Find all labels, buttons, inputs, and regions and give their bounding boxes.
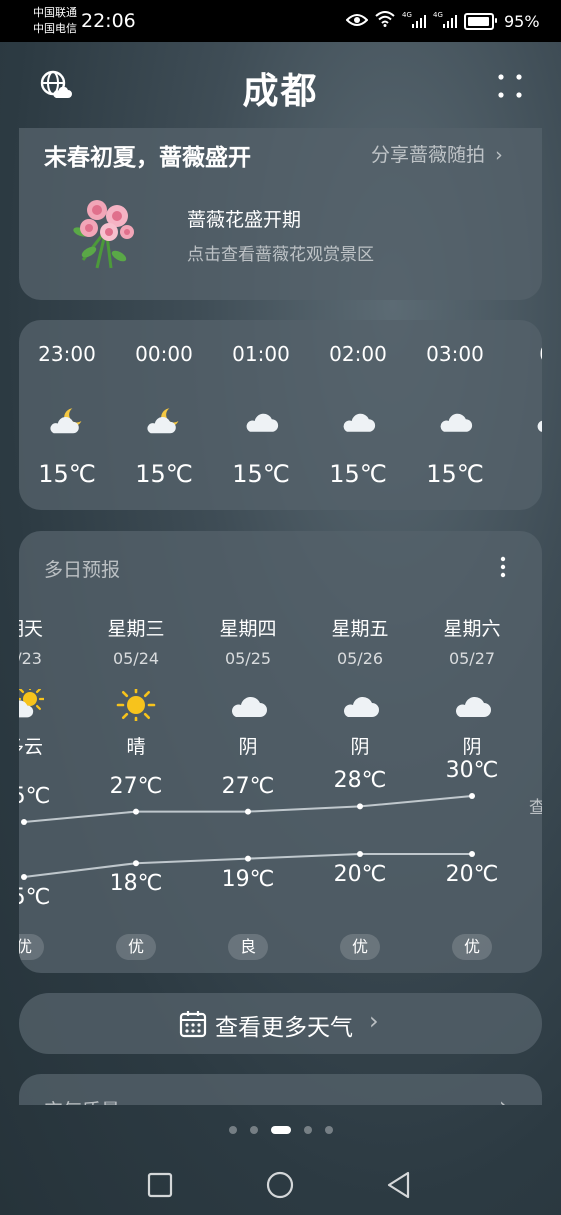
page-indicator[interactable] [0, 1125, 561, 1135]
promo-card[interactable]: 末春初夏，蔷薇盛开 分享蔷薇随拍 › 蔷薇花盛开期 点击查看蔷薇花观赏景区 [19, 128, 542, 300]
high-temp-label: 27℃ [109, 773, 163, 799]
high-temp-label: 27℃ [221, 773, 275, 799]
chevron-right-icon: › [499, 1094, 508, 1105]
home-button[interactable] [266, 1171, 294, 1199]
low-temp-label: 18℃ [109, 871, 163, 897]
signal-1-icon: 4G [402, 11, 426, 28]
promo-title: 末春初夏，蔷薇盛开 [44, 145, 251, 171]
calendar-icon [179, 1010, 207, 1038]
low-temp-label: 20℃ [445, 862, 499, 887]
hourly-card[interactable]: 23:00 15℃ 00:00 15℃ 01:00 15℃ 02:00 15℃ 03:00 15℃… [19, 320, 542, 510]
air-quality-clip: 空气质量 › [0, 1074, 561, 1105]
low-temp-point [469, 851, 475, 857]
moon-cloud-icon [49, 406, 85, 440]
more-icon[interactable] [497, 73, 525, 101]
page-dot[interactable] [228, 1126, 237, 1134]
hour-temp: 15℃ [38, 460, 96, 488]
signal-2-icon: 4G [433, 11, 457, 28]
share-link-label: 分享蔷薇随拍 [371, 144, 486, 166]
battery-icon [464, 12, 497, 30]
carrier-1: 中国联通 [33, 6, 77, 19]
more-weather-button[interactable]: 查看更多天气 › [19, 993, 542, 1054]
low-temp-label: 15℃ [19, 885, 51, 910]
hour-time: 00:00 [135, 342, 193, 366]
battery-fill [468, 16, 489, 26]
page-dot[interactable] [249, 1126, 258, 1134]
more-weather-label: 查看更多天气 [215, 1015, 353, 1041]
low-temp-point [245, 855, 251, 862]
chevron-right-icon: › [369, 1007, 379, 1035]
high-temp-point [133, 808, 139, 815]
hour-temp: 15℃ [135, 460, 193, 488]
high-temp-label: 28℃ [333, 768, 387, 794]
page-dot[interactable] [324, 1126, 333, 1134]
promo-item-subtitle: 点击查看蔷薇花观赏景区 [187, 245, 374, 265]
recent-apps-button[interactable] [147, 1172, 173, 1198]
high-temp-point [357, 803, 363, 810]
hour-temp: 15℃ [426, 460, 484, 488]
wifi-icon [375, 11, 395, 31]
status-bar: 中国联通 中国电信 22:06 4G 4G 95% [0, 0, 561, 42]
low-temp-point [21, 874, 27, 880]
high-temp-point [469, 793, 475, 799]
cloud-icon [243, 406, 279, 440]
high-temp-point [245, 808, 251, 815]
status-icons: 4G 4G 95% [345, 11, 540, 31]
carrier-2: 中国电信 [33, 22, 77, 35]
hour-temp: 15℃ [329, 460, 387, 488]
hour-time: 01:00 [232, 342, 290, 366]
hour-time: 02:00 [329, 342, 387, 366]
high-temp-point [21, 819, 27, 825]
moon-cloud-icon [146, 406, 182, 440]
status-time: 22:06 [81, 10, 136, 32]
forecast-card[interactable]: 多日预报 期天5/23多云优星期三05/24晴优星期四05/25阴良星期五05/… [19, 531, 542, 973]
hour-temp: 15℃ [232, 460, 290, 488]
hour-temp: 1 [512, 460, 542, 488]
chevron-right-icon: › [495, 144, 503, 166]
low-temp-label: 20℃ [333, 862, 387, 887]
high-temp-label: 25℃ [19, 784, 51, 809]
cloud-icon [534, 406, 542, 440]
hour-time: 23:00 [38, 342, 96, 366]
page-dot[interactable] [303, 1126, 312, 1134]
air-quality-card[interactable]: 空气质量 › [19, 1074, 542, 1105]
air-quality-title: 空气质量 [44, 1096, 120, 1105]
hour-time: 03:00 [426, 342, 484, 366]
rose-bouquet-icon [67, 194, 145, 272]
hour-time: 04 [512, 342, 542, 366]
promo-item-title: 蔷薇花盛开期 [187, 209, 302, 231]
city-title[interactable]: 成都 [0, 62, 561, 114]
temperature-chart [21, 793, 475, 880]
cloud-icon [340, 406, 376, 440]
low-temp-point [133, 860, 139, 867]
low-temp-label: 19℃ [221, 866, 275, 892]
low-temp-point [357, 851, 363, 857]
high-temp-label: 30℃ [445, 758, 499, 783]
eye-icon [345, 12, 369, 31]
battery-percent: 95% [504, 11, 540, 31]
share-link[interactable]: 分享蔷薇随拍 › [371, 140, 503, 167]
edge-label: 查 [529, 798, 542, 818]
page-dot[interactable] [270, 1126, 291, 1134]
cloud-icon [437, 406, 473, 440]
back-button[interactable] [386, 1171, 412, 1199]
